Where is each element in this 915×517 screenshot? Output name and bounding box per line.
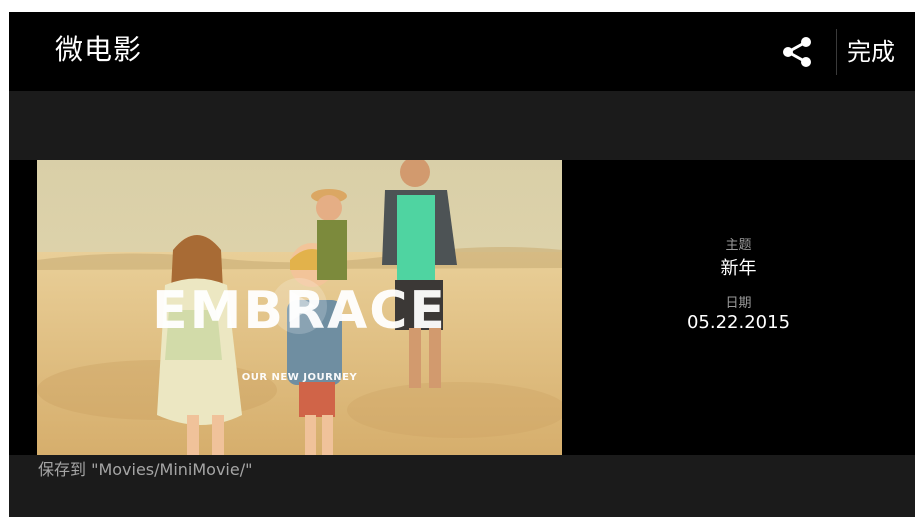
date-label: 日期: [725, 296, 752, 311]
toolbar-strip: [9, 91, 915, 160]
appbar-divider: [836, 29, 837, 75]
date-value[interactable]: 05.22.2015: [562, 312, 915, 333]
share-button[interactable]: [773, 32, 821, 72]
footer-bar: 保存到 "Movies/MiniMovie/": [9, 455, 915, 517]
content-area: EMBRACE OUR NEW JOURNEY 主题 新年 日期 05.22.2…: [9, 160, 915, 455]
save-path-text: 保存到 "Movies/MiniMovie/": [38, 460, 253, 479]
app-bar: 微电影 完成: [9, 12, 915, 91]
theme-value[interactable]: 新年: [562, 254, 915, 280]
done-button[interactable]: 完成: [847, 32, 915, 72]
preview-overlay-subtitle: OUR NEW JOURNEY: [241, 372, 358, 383]
share-icon: [783, 37, 811, 67]
theme-label: 主题: [725, 238, 752, 253]
mini-movie-screen: 微电影 完成 EMBRACE OUR NEW JOURNEY 主题 新年 日期 …: [9, 12, 915, 517]
video-preview[interactable]: EMBRACE OUR NEW JOURNEY: [37, 160, 562, 455]
preview-overlay-title: EMBRACE: [152, 281, 447, 341]
page-title: 微电影: [55, 33, 143, 66]
movie-info-panel: 主题 新年 日期 05.22.2015: [562, 160, 915, 455]
